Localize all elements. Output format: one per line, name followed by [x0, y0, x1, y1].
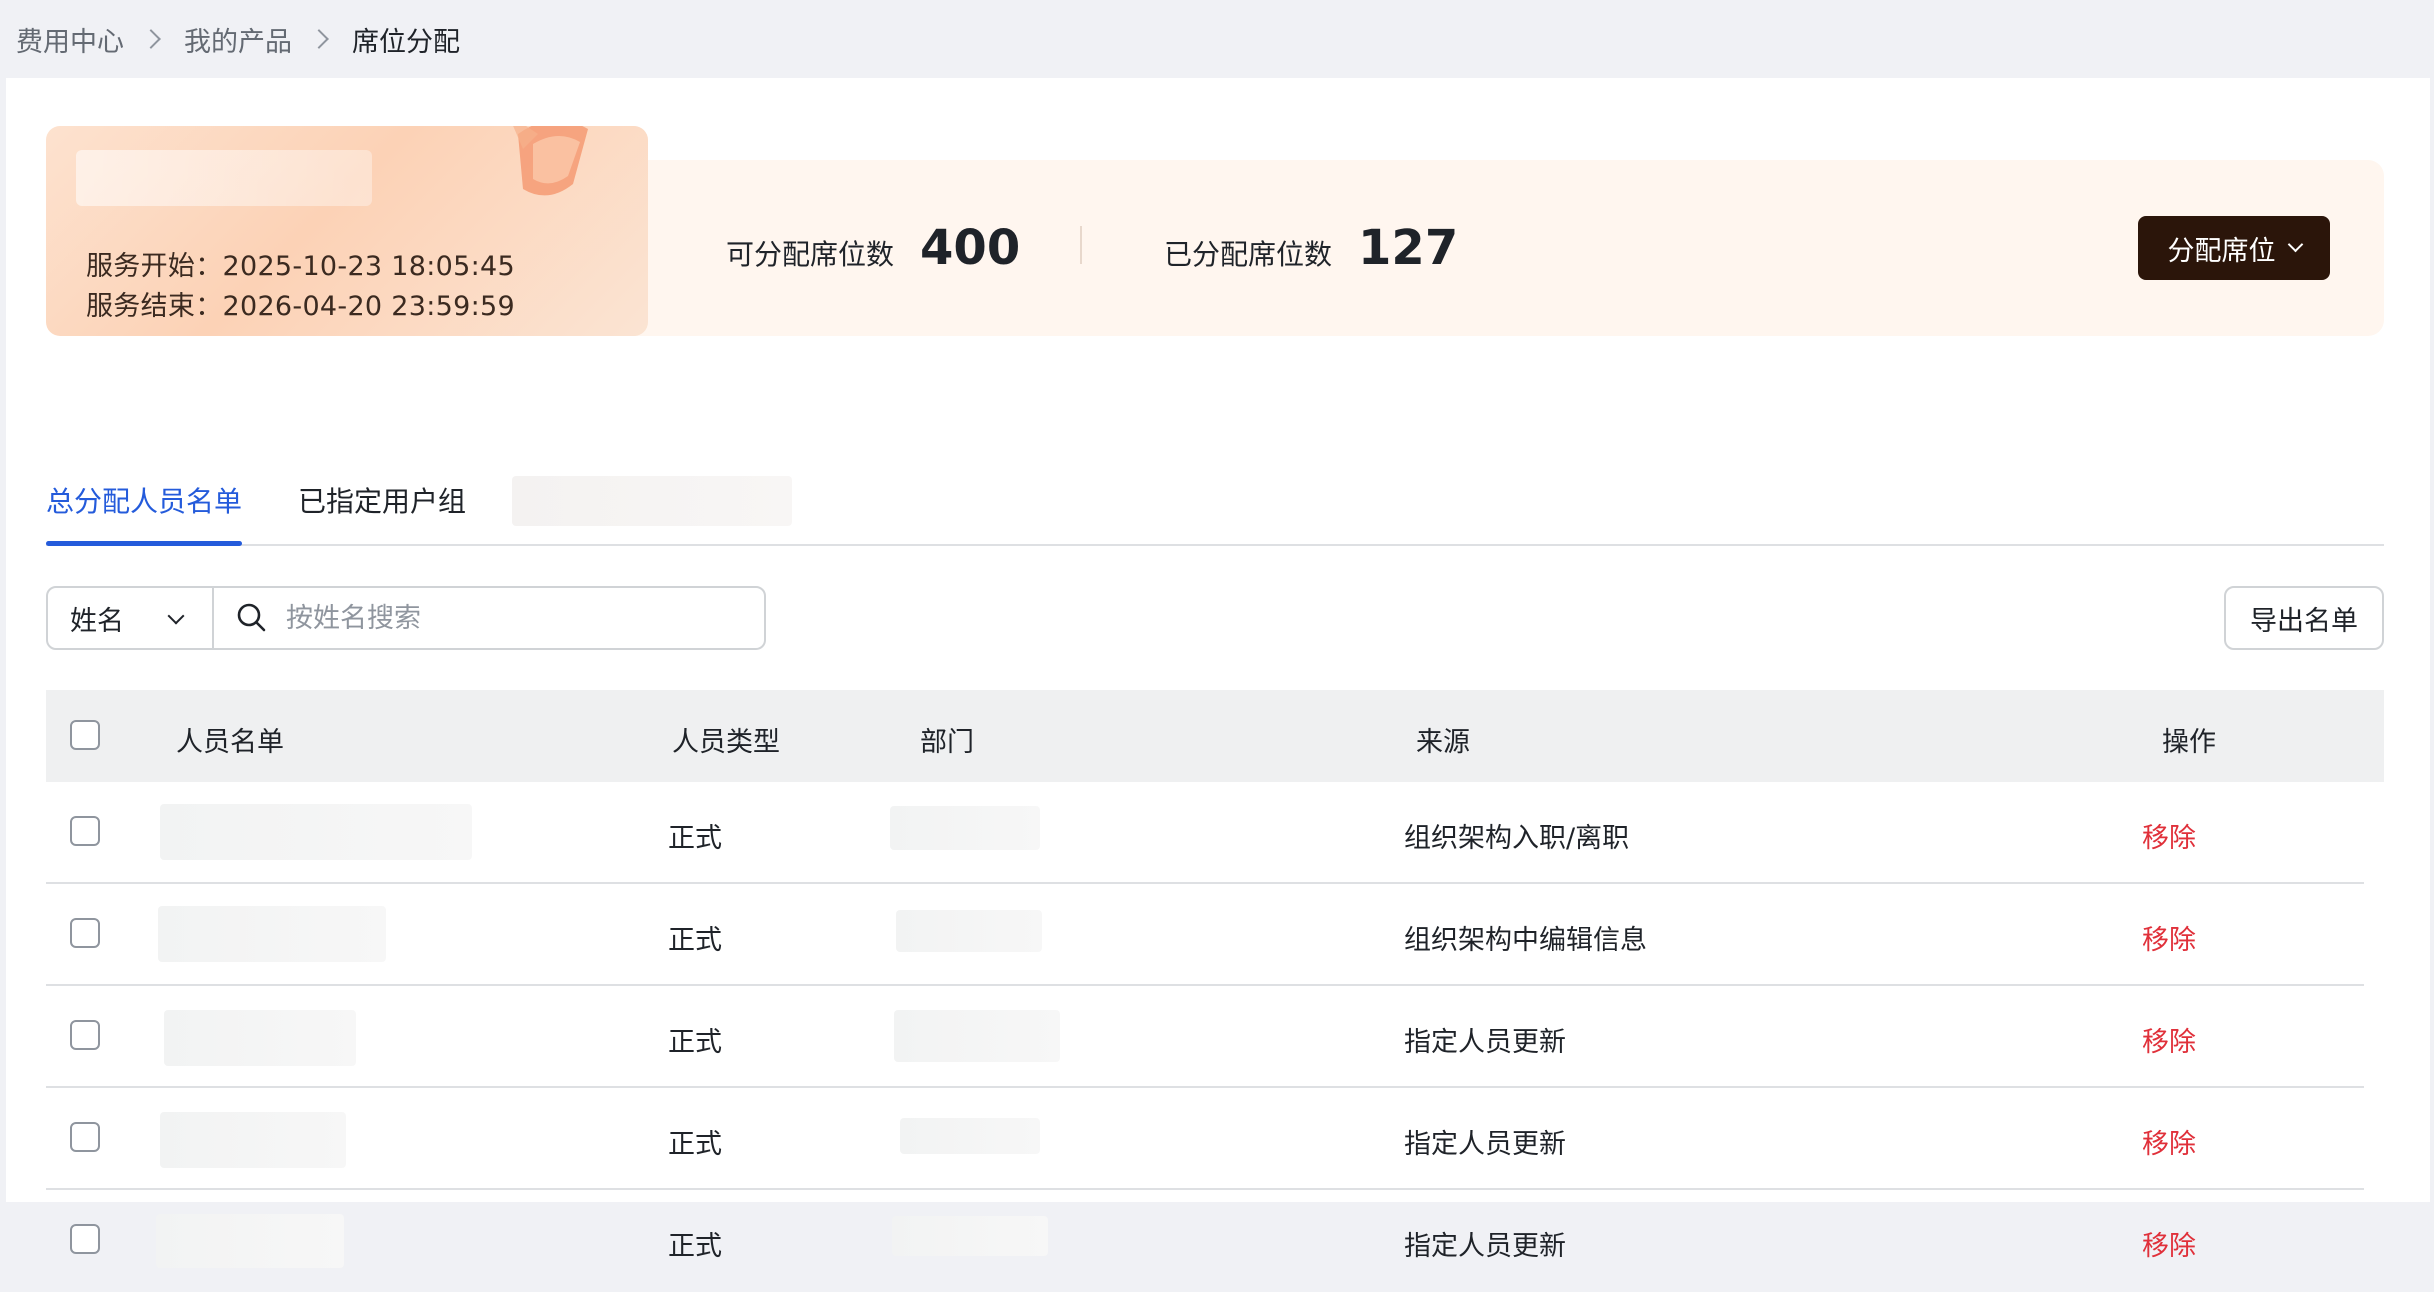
member-type: 正式 [668, 823, 722, 854]
available-seats-stat: 可分配席位数 400 [726, 220, 1020, 276]
table-row: 正式 组织架构入职/离职 移除 [46, 782, 2364, 884]
chevron-right-icon [141, 29, 161, 49]
tab-bar: 总分配人员名单 已指定用户组 [46, 458, 2384, 546]
department-redacted [892, 1216, 1048, 1256]
row-checkbox[interactable] [70, 816, 100, 846]
member-source: 指定人员更新 [1404, 1129, 1566, 1160]
remove-button[interactable]: 移除 [2142, 1122, 2196, 1161]
export-list-button[interactable]: 导出名单 [2224, 586, 2384, 650]
search-box [214, 588, 764, 648]
member-name-redacted [156, 1214, 344, 1268]
remove-button[interactable]: 移除 [2142, 1224, 2196, 1263]
column-header-members: 人员名单 [176, 727, 284, 758]
search-field-value: 姓名 [70, 605, 124, 637]
service-end-text: 服务结束：2026-04-20 23:59:59 [86, 291, 515, 322]
column-header-member-type: 人员类型 [672, 727, 780, 758]
member-source: 指定人员更新 [1404, 1231, 1566, 1262]
member-name-redacted [160, 1112, 346, 1168]
member-type: 正式 [668, 1231, 722, 1262]
product-name-redacted [76, 150, 372, 206]
assigned-seats-label: 已分配席位数 [1164, 238, 1333, 271]
assigned-seats-value: 127 [1358, 220, 1459, 276]
table-header: 人员名单 人员类型 部门 来源 操作 [46, 690, 2384, 782]
member-source: 组织架构入职/离职 [1404, 823, 1630, 854]
search-filter: 姓名 [46, 586, 766, 650]
table-row: 正式 指定人员更新 移除 [46, 1190, 2364, 1292]
column-header-actions: 操作 [2162, 727, 2216, 758]
service-start-text: 服务开始：2025-10-23 18:05:45 [86, 251, 515, 282]
available-seats-label: 可分配席位数 [726, 238, 895, 271]
available-seats-value: 400 [920, 220, 1021, 276]
assigned-seats-stat: 已分配席位数 127 [1164, 220, 1458, 276]
search-icon [237, 603, 266, 632]
department-redacted [900, 1118, 1040, 1154]
active-tab-indicator [46, 541, 242, 546]
member-name-redacted [158, 906, 386, 962]
table-row: 正式 指定人员更新 移除 [46, 986, 2364, 1088]
tab-all-assigned-members[interactable]: 总分配人员名单 [46, 480, 242, 520]
table-row: 正式 指定人员更新 移除 [46, 1088, 2364, 1190]
stat-divider [1080, 226, 1082, 264]
tab-assigned-user-groups[interactable]: 已指定用户组 [298, 480, 466, 520]
department-redacted [896, 910, 1042, 952]
remove-button[interactable]: 移除 [2142, 1020, 2196, 1059]
remove-button[interactable]: 移除 [2142, 918, 2196, 957]
service-card: 服务开始：2025-10-23 18:05:45 服务结束：2026-04-20… [46, 126, 648, 336]
row-checkbox[interactable] [70, 1122, 100, 1152]
column-header-department: 部门 [920, 727, 974, 758]
member-type: 正式 [668, 925, 722, 956]
allocate-seats-label: 分配席位 [2167, 235, 2276, 267]
search-field-select[interactable]: 姓名 [48, 588, 214, 648]
row-checkbox[interactable] [70, 1020, 100, 1050]
breadcrumb-item-seat-allocation: 席位分配 [352, 26, 460, 58]
ribbon-decoration-icon [513, 126, 588, 196]
member-source: 指定人员更新 [1404, 1027, 1566, 1058]
member-name-redacted [164, 1010, 356, 1066]
member-name-redacted [160, 804, 472, 860]
member-type: 正式 [668, 1129, 722, 1160]
allocate-seats-button[interactable]: 分配席位 [2138, 216, 2330, 280]
chevron-down-icon [2287, 236, 2303, 252]
table-row: 正式 组织架构中编辑信息 移除 [46, 884, 2364, 986]
breadcrumb-item-my-products[interactable]: 我的产品 [184, 20, 292, 59]
column-header-source: 来源 [1416, 727, 1470, 758]
select-all-checkbox[interactable] [70, 720, 100, 750]
main-panel: 服务开始：2025-10-23 18:05:45 服务结束：2026-04-20… [6, 78, 2430, 1268]
department-redacted [894, 1010, 1060, 1062]
row-checkbox[interactable] [70, 918, 100, 948]
chevron-down-icon [167, 607, 185, 625]
row-checkbox[interactable] [70, 1224, 100, 1254]
member-source: 组织架构中编辑信息 [1404, 925, 1647, 956]
remove-button[interactable]: 移除 [2142, 816, 2196, 855]
breadcrumb-item-billing-center[interactable]: 费用中心 [16, 20, 124, 59]
member-type: 正式 [668, 1027, 722, 1058]
breadcrumb: 费用中心 我的产品 席位分配 [0, 0, 2434, 78]
chevron-right-icon [309, 29, 329, 49]
department-redacted [890, 806, 1040, 850]
tab-redacted[interactable] [512, 476, 792, 526]
search-input[interactable] [284, 601, 704, 635]
